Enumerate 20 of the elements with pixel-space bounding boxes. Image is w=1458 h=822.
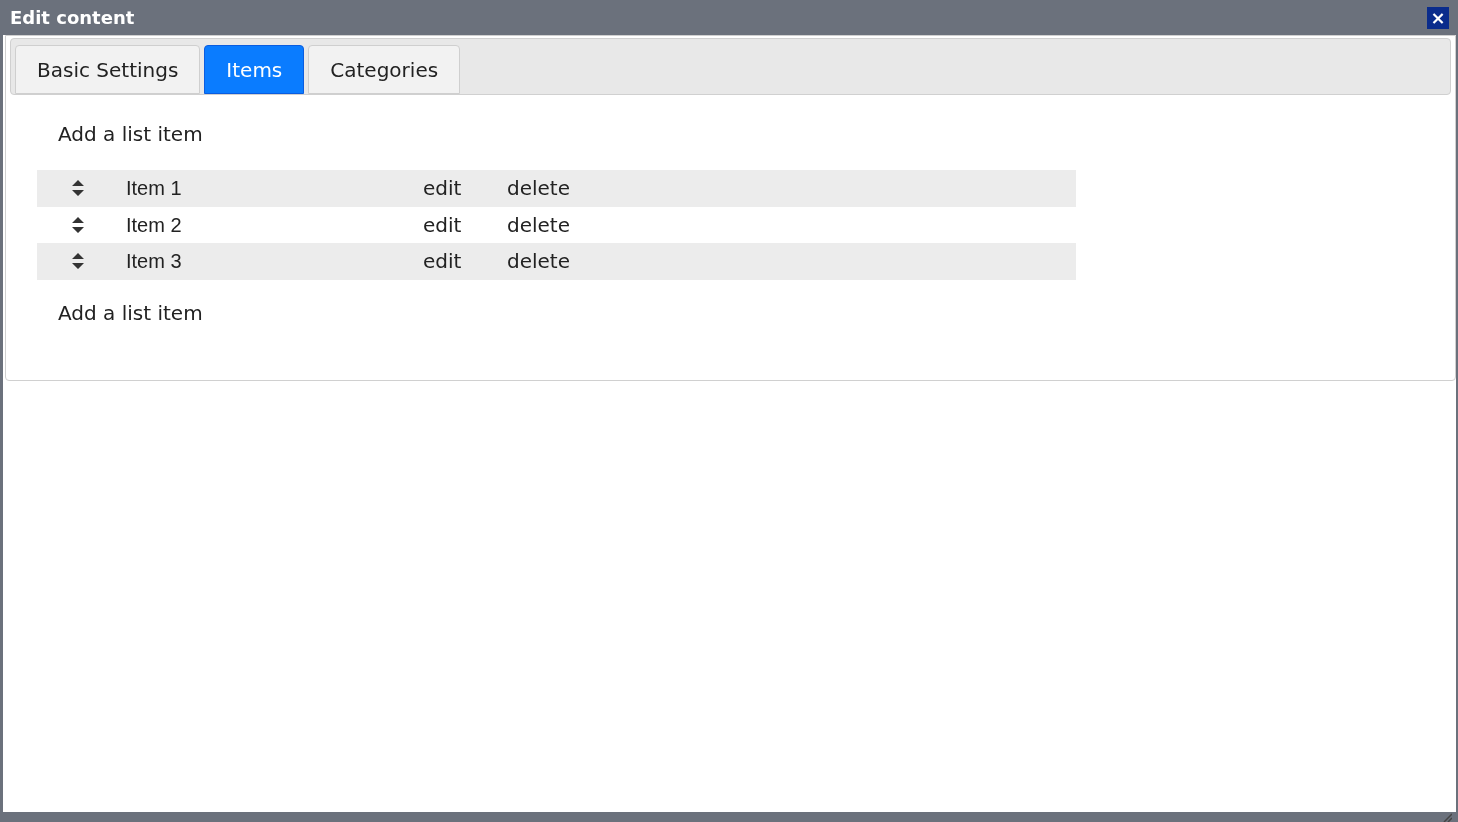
item-label: Item 3 — [126, 249, 183, 275]
edit-link[interactable]: edit — [423, 173, 507, 204]
sort-handle-icon[interactable] — [72, 180, 84, 197]
delete-link[interactable]: delete — [507, 209, 570, 240]
add-item-link[interactable]: Add a list item — [37, 297, 1455, 328]
delete-link[interactable]: delete — [507, 173, 570, 204]
add-item-link[interactable]: Add a list item — [37, 108, 1455, 160]
resize-grip-icon[interactable] — [1442, 812, 1452, 822]
sort-handle-icon[interactable] — [72, 216, 84, 233]
close-button[interactable]: × — [1427, 6, 1449, 29]
tab[interactable]: Categories — [308, 45, 461, 94]
tab[interactable]: Basic Settings — [15, 45, 201, 94]
delete-link[interactable]: delete — [507, 246, 570, 277]
sort-handle-icon[interactable] — [72, 253, 84, 270]
edit-link[interactable]: edit — [423, 209, 507, 240]
item-label: Item 2 — [126, 212, 183, 238]
edit-link[interactable]: edit — [423, 246, 507, 277]
item-label: Item 1 — [126, 176, 183, 202]
window-title: Edit content — [10, 6, 135, 30]
tab[interactable]: Items — [204, 45, 305, 94]
